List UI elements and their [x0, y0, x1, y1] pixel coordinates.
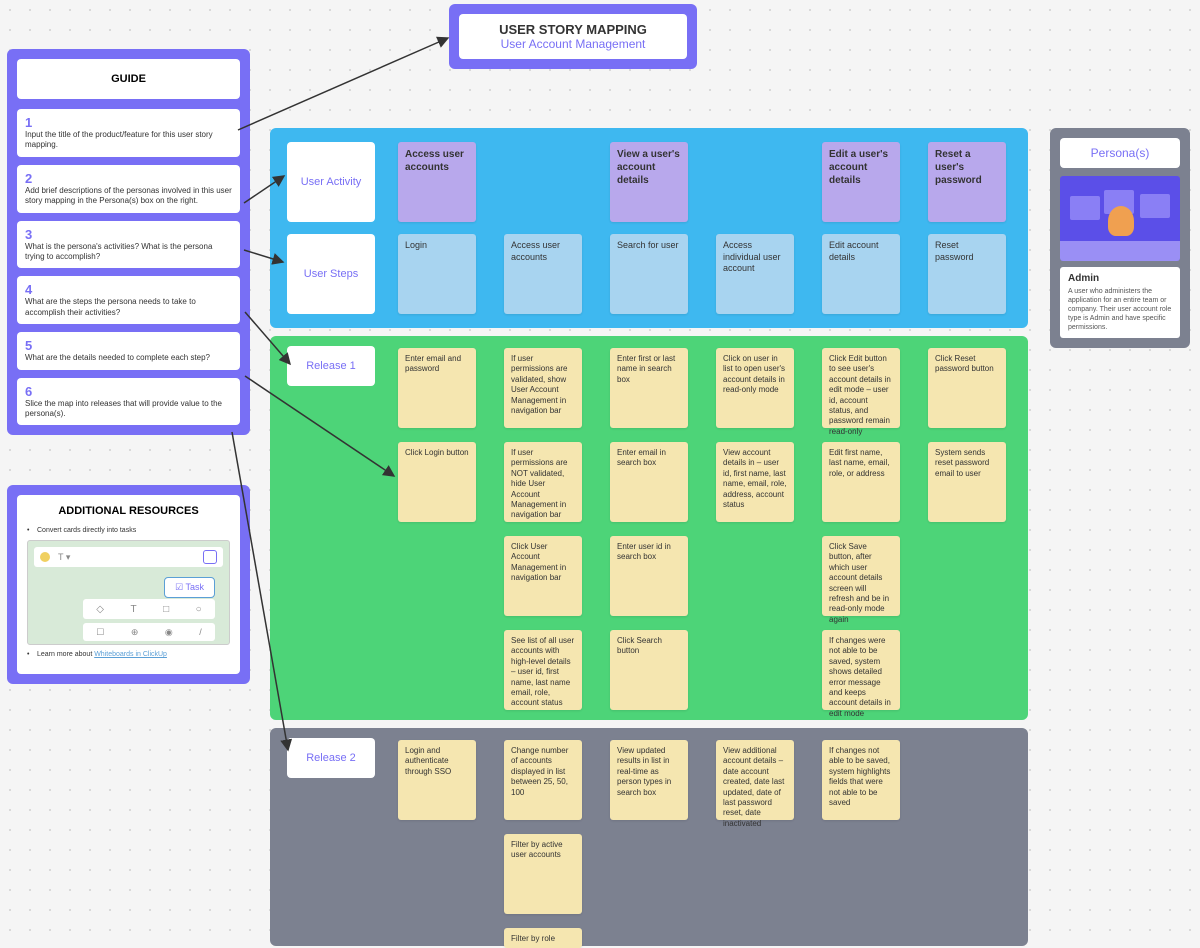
release2-card[interactable]: View updated results in list in real-tim… — [610, 740, 688, 820]
activity-card[interactable]: Reset a user's password — [928, 142, 1006, 222]
user-activity-label[interactable]: User Activity — [287, 142, 375, 222]
release1-card[interactable]: If user permissions are NOT validated, h… — [504, 442, 582, 522]
guide-text: What is the persona's activities? What i… — [25, 242, 232, 263]
resource-image: T ▾ ☑ Task ◇T□○ ☐⊕◉/ — [27, 540, 230, 645]
step-card[interactable]: Edit account details — [822, 234, 900, 314]
guide-item-1[interactable]: 1 Input the title of the product/feature… — [17, 109, 240, 157]
task-label: Task — [185, 582, 204, 592]
release2-label[interactable]: Release 2 — [287, 738, 375, 778]
release1-card[interactable]: Enter email and password — [398, 348, 476, 428]
release1-card[interactable]: Click Search button — [610, 630, 688, 710]
step-card[interactable]: Search for user — [610, 234, 688, 314]
guide-panel: GUIDE 1 Input the title of the product/f… — [7, 49, 250, 435]
resources-panel: ADDITIONAL RESOURCES Convert cards direc… — [7, 485, 250, 684]
persona-text: A user who administers the application f… — [1068, 287, 1172, 332]
release1-card[interactable]: Click User Account Management in navigat… — [504, 536, 582, 616]
title-sub: User Account Management — [469, 37, 677, 51]
release1-card[interactable]: Click on user in list to open user's acc… — [716, 348, 794, 428]
release2-card[interactable]: View additional account details – date a… — [716, 740, 794, 820]
release1-card[interactable]: System sends reset password email to use… — [928, 442, 1006, 522]
guide-num: 5 — [25, 338, 232, 353]
release2-card[interactable]: Login and authenticate through SSO — [398, 740, 476, 820]
release1-card[interactable]: If user permissions are validated, show … — [504, 348, 582, 428]
release2-card[interactable]: Filter by role — [504, 928, 582, 948]
guide-num: 3 — [25, 227, 232, 242]
step-card[interactable]: Access user accounts — [504, 234, 582, 314]
step-card[interactable]: Access individual user account — [716, 234, 794, 314]
resources-heading: ADDITIONAL RESOURCES — [27, 505, 230, 517]
guide-item-2[interactable]: 2 Add brief descriptions of the personas… — [17, 165, 240, 213]
release1-card[interactable]: Click Reset password button — [928, 348, 1006, 428]
persona-image — [1060, 176, 1180, 261]
guide-text: What are the details needed to complete … — [25, 353, 232, 363]
guide-item-4[interactable]: 4 What are the steps the persona needs t… — [17, 276, 240, 324]
guide-text: What are the steps the persona needs to … — [25, 297, 232, 318]
resource-text: Learn more about — [37, 651, 94, 658]
title-card[interactable]: USER STORY MAPPING User Account Manageme… — [459, 14, 687, 59]
user-steps-label[interactable]: User Steps — [287, 234, 375, 314]
guide-heading-card: GUIDE — [17, 59, 240, 99]
guide-item-3[interactable]: 3 What is the persona's activities? What… — [17, 221, 240, 269]
release1-card[interactable]: Click Save button, after which user acco… — [822, 536, 900, 616]
persona-heading: Persona(s) — [1060, 138, 1180, 168]
guide-heading: GUIDE — [111, 73, 146, 85]
release1-card[interactable]: Enter user id in search box — [610, 536, 688, 616]
activity-card[interactable]: Access user accounts — [398, 142, 476, 222]
release1-card[interactable]: View account details in – user id, first… — [716, 442, 794, 522]
guide-num: 1 — [25, 115, 232, 130]
persona-desc-card[interactable]: Admin A user who administers the applica… — [1060, 267, 1180, 338]
guide-item-5[interactable]: 5 What are the details needed to complet… — [17, 332, 240, 369]
release2-card[interactable]: If changes not able to be saved, system … — [822, 740, 900, 820]
release2-card[interactable]: Filter by active user accounts — [504, 834, 582, 914]
release1-card[interactable]: See list of all user accounts with high-… — [504, 630, 582, 710]
resources-inner: ADDITIONAL RESOURCES Convert cards direc… — [17, 495, 240, 674]
persona-name: Admin — [1068, 273, 1172, 284]
step-card[interactable]: Login — [398, 234, 476, 314]
release1-label[interactable]: Release 1 — [287, 346, 375, 386]
persona-panel: Persona(s) Admin A user who administers … — [1050, 128, 1190, 348]
activity-card[interactable]: View a user's account details — [610, 142, 688, 222]
release1-card[interactable]: Enter first or last name in search box — [610, 348, 688, 428]
activity-card[interactable]: Edit a user's account details — [822, 142, 900, 222]
title-panel: USER STORY MAPPING User Account Manageme… — [449, 4, 697, 69]
step-card[interactable]: Reset password — [928, 234, 1006, 314]
release2-card[interactable]: Change number of accounts displayed in l… — [504, 740, 582, 820]
blue-section: User Activity User Steps Access user acc… — [270, 128, 1028, 328]
resource-item-2: Learn more about Whiteboards in ClickUp — [27, 651, 230, 658]
guide-item-6[interactable]: 6 Slice the map into releases that will … — [17, 378, 240, 426]
guide-text: Input the title of the product/feature f… — [25, 130, 232, 151]
release1-card[interactable]: If changes were not able to be saved, sy… — [822, 630, 900, 710]
guide-text: Slice the map into releases that will pr… — [25, 399, 232, 420]
release1-card[interactable]: Click Login button — [398, 442, 476, 522]
release1-card[interactable]: Click Edit button to see user's account … — [822, 348, 900, 428]
release1-card[interactable]: Edit first name, last name, email, role,… — [822, 442, 900, 522]
resource-item-1: Convert cards directly into tasks — [27, 527, 230, 534]
guide-num: 4 — [25, 282, 232, 297]
release1-card[interactable]: Enter email in search box — [610, 442, 688, 522]
guide-num: 2 — [25, 171, 232, 186]
title-main: USER STORY MAPPING — [469, 22, 677, 37]
guide-text: Add brief descriptions of the personas i… — [25, 186, 232, 207]
resource-link[interactable]: Whiteboards in ClickUp — [94, 651, 167, 658]
task-button[interactable]: ☑ Task — [164, 577, 215, 598]
guide-num: 6 — [25, 384, 232, 399]
